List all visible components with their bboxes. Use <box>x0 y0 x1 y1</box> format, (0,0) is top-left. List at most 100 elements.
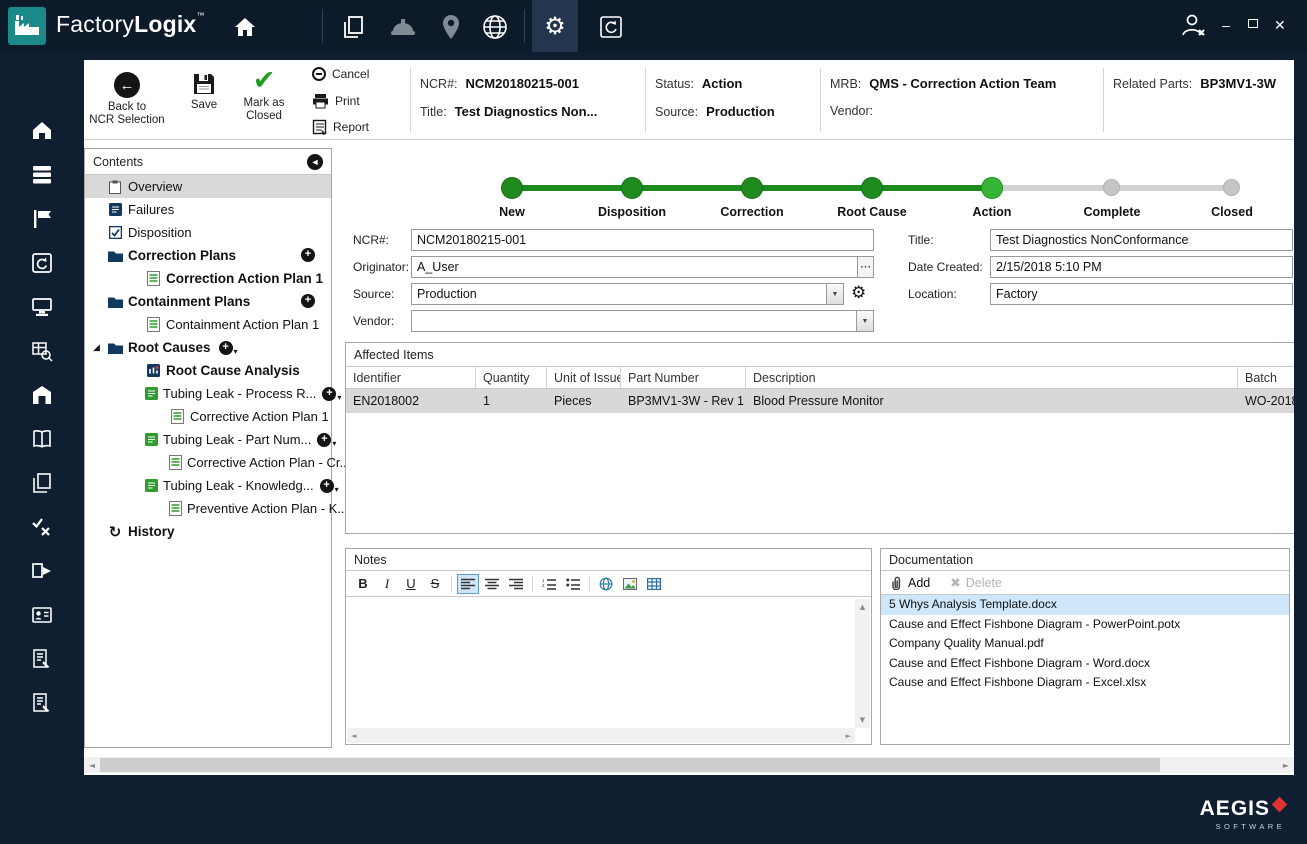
align-left-icon[interactable] <box>457 573 479 594</box>
sidebar-badge-icon[interactable] <box>27 600 57 630</box>
add-correction-plan-icon[interactable]: + <box>301 248 315 262</box>
scrollbar-thumb[interactable] <box>100 758 1160 772</box>
sidebar-home-icon[interactable] <box>27 116 57 146</box>
sidebar-workstation-icon[interactable] <box>27 292 57 322</box>
expander-icon[interactable]: ◢ <box>93 343 100 353</box>
tree-item-corrective-action-plan-cr[interactable]: Corrective Action Plan - Cr... <box>85 451 350 474</box>
save-button[interactable]: Save <box>176 72 232 112</box>
tree-item-overview[interactable]: Overview <box>85 175 331 198</box>
scroll-up-icon[interactable]: ▲ <box>856 599 869 615</box>
settings-gear-button[interactable]: ⚙ <box>532 0 578 52</box>
strikethrough-icon[interactable]: S <box>424 574 446 594</box>
sidebar-reports-icon[interactable] <box>27 204 57 234</box>
notes-editor[interactable] <box>347 599 855 728</box>
close-button[interactable]: ✕ <box>1274 18 1286 32</box>
notes-vertical-scrollbar[interactable]: ▲ ▼ <box>855 599 870 728</box>
vendor-select[interactable]: ▼ <box>411 310 874 332</box>
sidebar-quality-check-icon[interactable] <box>27 512 57 542</box>
column-header[interactable]: Part Number <box>621 367 746 388</box>
source-select[interactable]: Production ▼ <box>411 283 844 305</box>
collapse-all-icon[interactable]: ◄ <box>307 153 323 170</box>
tree-item-containment-plans[interactable]: Containment Plans + <box>85 290 331 313</box>
mark-as-closed-button[interactable]: ✔ Mark as Closed <box>232 67 296 123</box>
tree-item-disposition[interactable]: Disposition <box>85 221 331 244</box>
notes-horizontal-scrollbar[interactable]: ◄ ► <box>347 728 855 743</box>
cancel-button[interactable]: Cancel <box>312 67 369 81</box>
date-created-input[interactable] <box>990 256 1293 278</box>
table-row[interactable]: EN2018002 1 Pieces BP3MV1-3W - Rev 1 Blo… <box>346 389 1294 413</box>
document-list-item[interactable]: 5 Whys Analysis Template.docx <box>881 595 1289 615</box>
column-header[interactable]: Quantity <box>476 367 547 388</box>
document-list-item[interactable]: Cause and Effect Fishbone Diagram - Powe… <box>881 615 1289 635</box>
bullet-list-icon[interactable] <box>562 574 584 594</box>
originator-picker-button[interactable]: ⋯ <box>857 256 874 278</box>
tree-item-preventive-action-plan-k[interactable]: Preventive Action Plan - K... <box>85 497 348 520</box>
tree-item-containment-action-plan-1[interactable]: Containment Action Plan 1 <box>85 313 331 336</box>
location-pin-icon[interactable] <box>436 12 466 42</box>
main-horizontal-scrollbar[interactable]: ◄ ► <box>84 757 1294 773</box>
report-button[interactable]: Report <box>312 119 369 135</box>
location-input[interactable] <box>990 283 1293 305</box>
back-to-ncr-selection-button[interactable]: ← Back to NCR Selection <box>87 72 167 127</box>
sidebar-lookup-icon[interactable] <box>27 336 57 366</box>
align-right-icon[interactable] <box>505 574 527 594</box>
copy-pages-icon[interactable] <box>338 12 368 42</box>
source-settings-gear-icon[interactable]: ⚙ <box>851 282 866 304</box>
insert-link-globe-icon[interactable] <box>595 574 617 594</box>
tree-item-history[interactable]: ↻ History <box>85 520 331 543</box>
column-header[interactable]: Batch <box>1238 367 1294 388</box>
document-list-item[interactable]: Cause and Effect Fishbone Diagram - Exce… <box>881 673 1289 693</box>
italic-icon[interactable]: I <box>376 574 398 594</box>
print-button[interactable]: Print <box>312 93 360 109</box>
user-switch-icon[interactable] <box>1178 10 1208 40</box>
align-center-icon[interactable] <box>481 574 503 594</box>
scroll-right-icon[interactable]: ► <box>842 728 855 744</box>
hardhat-icon[interactable] <box>388 12 418 42</box>
sidebar-transfer-icon[interactable] <box>27 556 57 586</box>
column-header[interactable]: Identifier <box>346 367 476 388</box>
sidebar-data-icon[interactable] <box>27 160 57 190</box>
column-header[interactable]: Description <box>746 367 1238 388</box>
tree-item-tubing-leak-process[interactable]: Tubing Leak - Process R... + ▾ <box>85 382 341 405</box>
document-list-item[interactable]: Cause and Effect Fishbone Diagram - Word… <box>881 654 1289 674</box>
add-plan-icon[interactable]: + <box>317 432 332 447</box>
sidebar-documents-icon[interactable] <box>27 468 57 498</box>
insert-image-icon[interactable] <box>619 574 641 594</box>
delete-document-button[interactable]: Delete <box>966 576 1002 590</box>
originator-input[interactable] <box>411 256 858 278</box>
scroll-right-icon[interactable]: ► <box>1278 757 1294 773</box>
sidebar-warehouse-icon[interactable] <box>27 380 57 410</box>
document-list-item[interactable]: Company Quality Manual.pdf <box>881 634 1289 654</box>
insert-table-icon[interactable] <box>643 574 665 594</box>
sidebar-edit-doc-icon[interactable] <box>27 644 57 674</box>
underline-icon[interactable]: U <box>400 574 422 594</box>
minimize-button[interactable]: – <box>1222 18 1230 32</box>
sidebar-sync-icon[interactable] <box>27 248 57 278</box>
numbered-list-icon[interactable]: 12 <box>538 574 560 594</box>
tree-item-correction-plans[interactable]: Correction Plans + <box>85 244 331 267</box>
home-icon[interactable] <box>230 12 260 42</box>
add-document-button[interactable]: Add <box>908 576 930 590</box>
add-root-cause-icon[interactable]: + <box>218 340 233 355</box>
sidebar-library-icon[interactable] <box>27 424 57 454</box>
tree-item-failures[interactable]: Failures <box>85 198 331 221</box>
tree-item-root-cause-analysis[interactable]: Root Cause Analysis <box>85 359 331 382</box>
column-header[interactable]: Unit of Issue <box>547 367 621 388</box>
tree-item-correction-action-plan-1[interactable]: Correction Action Plan 1 <box>85 267 331 290</box>
add-plan-icon[interactable]: + <box>322 386 337 401</box>
globe-icon[interactable] <box>480 12 510 42</box>
sidebar-edit-doc2-icon[interactable] <box>27 688 57 718</box>
tree-item-tubing-leak-part-num[interactable]: Tubing Leak - Part Num... + ▾ <box>85 428 336 451</box>
add-plan-icon[interactable]: + <box>319 478 334 493</box>
scroll-down-icon[interactable]: ▼ <box>856 712 869 728</box>
title-input[interactable] <box>990 229 1293 251</box>
revert-icon[interactable] <box>596 12 626 42</box>
tree-item-root-causes[interactable]: ◢ Root Causes + ▾ <box>85 336 331 359</box>
bold-icon[interactable]: B <box>352 574 374 594</box>
scroll-left-icon[interactable]: ◄ <box>347 728 360 744</box>
ncr-input[interactable] <box>411 229 874 251</box>
maximize-button[interactable] <box>1248 19 1258 28</box>
tree-item-tubing-leak-knowledge[interactable]: Tubing Leak - Knowledg... + ▾ <box>85 474 339 497</box>
add-containment-plan-icon[interactable]: + <box>301 294 315 308</box>
scroll-left-icon[interactable]: ◄ <box>84 757 100 773</box>
